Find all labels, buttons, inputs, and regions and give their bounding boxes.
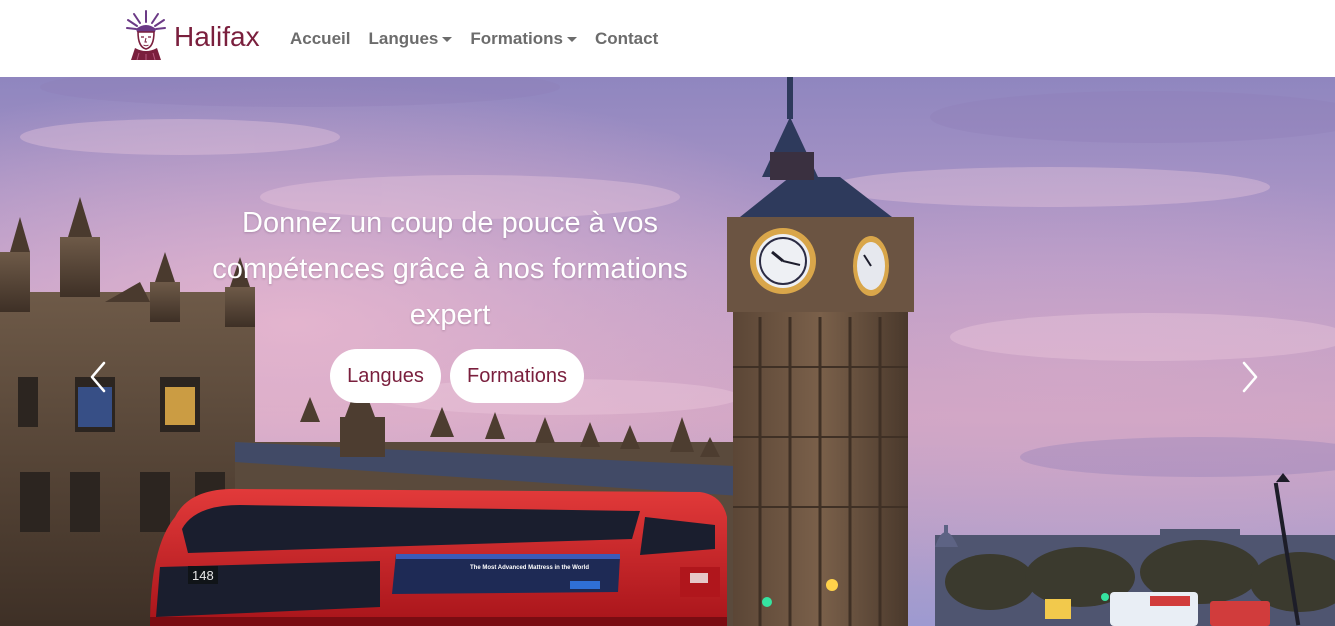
hero-background-image bbox=[0, 77, 1335, 626]
chevron-left-icon[interactable] bbox=[86, 357, 110, 397]
navbar: Halifax Accueil Langues Formations Conta… bbox=[0, 0, 1335, 77]
caret-down-icon bbox=[442, 37, 453, 42]
bus-ad-text: The Most Advanced Mattress in the World bbox=[470, 565, 590, 571]
main-nav: Accueil Langues Formations Contact bbox=[290, 29, 676, 49]
nav-accueil-label: Accueil bbox=[290, 29, 351, 48]
hero-headline-line-2: compétences grâce à nos formations bbox=[212, 253, 688, 285]
hero-headline-line-1: Donnez un coup de pouce à vos bbox=[242, 207, 658, 239]
formations-button[interactable]: Formations bbox=[450, 349, 584, 403]
hero-carousel: 148 The Most Advanced Mattress in the Wo… bbox=[0, 77, 1335, 626]
statue-of-liberty-icon bbox=[126, 10, 166, 60]
nav-contact-label: Contact bbox=[594, 29, 659, 48]
hero-buttons: Langues Formations bbox=[330, 349, 584, 403]
nav-langues-label: Langues bbox=[368, 29, 439, 48]
nav-contact[interactable]: Contact bbox=[595, 29, 658, 49]
nav-accueil[interactable]: Accueil bbox=[290, 29, 350, 49]
nav-formations-dropdown[interactable]: Formations bbox=[470, 29, 577, 49]
brand-link[interactable]: Halifax bbox=[125, 10, 260, 60]
bus-number: 148 bbox=[192, 568, 214, 583]
hero-headline-line-3: expert bbox=[409, 299, 491, 331]
hero-headline: Donnez un coup de pouce à vos compétence… bbox=[190, 200, 710, 338]
nav-formations-label: Formations bbox=[470, 29, 563, 48]
chevron-right-icon[interactable] bbox=[1238, 357, 1262, 397]
langues-button[interactable]: Langues bbox=[330, 349, 441, 403]
nav-langues-dropdown[interactable]: Langues bbox=[368, 29, 453, 49]
brand-name: Halifax bbox=[174, 21, 260, 52]
caret-down-icon bbox=[566, 37, 577, 42]
